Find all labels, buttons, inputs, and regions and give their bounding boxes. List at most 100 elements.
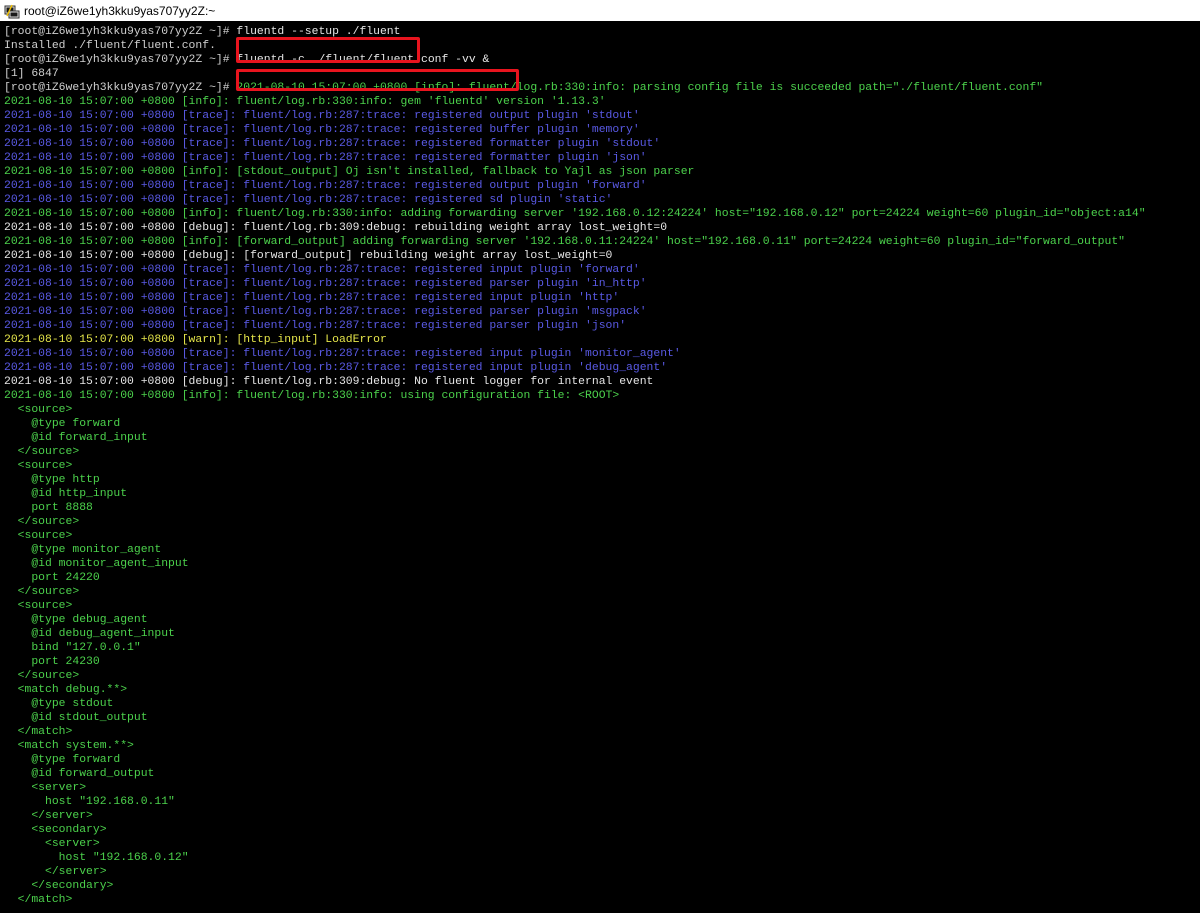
terminal-line: 2021-08-10 15:07:00 +0800 [trace]: fluen… bbox=[4, 263, 1146, 277]
terminal-line: </source> bbox=[4, 669, 1146, 683]
terminal-text: @type http bbox=[4, 474, 100, 486]
terminal-text: </match> bbox=[4, 726, 73, 738]
terminal-line: </source> bbox=[4, 445, 1146, 459]
terminal-text: </match> bbox=[4, 894, 73, 906]
terminal-line: @id forward_input bbox=[4, 431, 1146, 445]
terminal-line: [root@iZ6we1yh3kku9yas707yy2Z ~]# fluent… bbox=[4, 25, 1146, 39]
terminal-line: port 24230 bbox=[4, 655, 1146, 669]
terminal-text: 2021-08-10 15:07:00 +0800 [info]: fluent… bbox=[4, 390, 620, 402]
terminal-line: <secondary> bbox=[4, 823, 1146, 837]
terminal-line: @id http_input bbox=[4, 487, 1146, 501]
terminal-line: port 8888 bbox=[4, 501, 1146, 515]
terminal-line: 2021-08-10 15:07:00 +0800 [trace]: fluen… bbox=[4, 193, 1146, 207]
terminal-line: </secondary> bbox=[4, 879, 1146, 893]
terminal-text: </secondary> bbox=[4, 880, 114, 892]
terminal-line: Installed ./fluent/fluent.conf. bbox=[4, 39, 1146, 53]
terminal-text: 2021-08-10 15:07:00 +0800 [info]: fluent… bbox=[236, 82, 1044, 94]
terminal-text: 2021-08-10 15:07:00 +0800 [trace]: fluen… bbox=[4, 180, 647, 192]
terminal-text: port 8888 bbox=[4, 502, 93, 514]
terminal-text: [1] 6847 bbox=[4, 68, 59, 80]
terminal-text: </source> bbox=[4, 446, 80, 458]
terminal-line: <source> bbox=[4, 599, 1146, 613]
terminal-text: port 24230 bbox=[4, 656, 100, 668]
terminal-text: 2021-08-10 15:07:00 +0800 [debug]: fluen… bbox=[4, 376, 654, 388]
terminal-text: 2021-08-10 15:07:00 +0800 [trace]: fluen… bbox=[4, 264, 640, 276]
window-titlebar[interactable]: root@iZ6we1yh3kku9yas707yy2Z:~ bbox=[0, 0, 1200, 21]
terminal-text: 2021-08-10 15:07:00 +0800 [info]: fluent… bbox=[4, 208, 1146, 220]
terminal-text: 2021-08-10 15:07:00 +0800 [trace]: fluen… bbox=[4, 152, 647, 164]
terminal-text: 2021-08-10 15:07:00 +0800 [trace]: fluen… bbox=[4, 278, 647, 290]
terminal-line: 2021-08-10 15:07:00 +0800 [info]: fluent… bbox=[4, 389, 1146, 403]
command-text: fluentd -c ./fluent/fluent.conf -vv & bbox=[236, 54, 490, 66]
terminal-line: 2021-08-10 15:07:00 +0800 [trace]: fluen… bbox=[4, 291, 1146, 305]
terminal-line: @type forward bbox=[4, 417, 1146, 431]
terminal-text: <source> bbox=[4, 460, 73, 472]
terminal-text: Installed ./fluent/fluent.conf. bbox=[4, 40, 216, 52]
terminal-text: <match system.**> bbox=[4, 740, 134, 752]
terminal-line: <source> bbox=[4, 459, 1146, 473]
terminal-text: <source> bbox=[4, 600, 73, 612]
terminal-line: 2021-08-10 15:07:00 +0800 [info]: [forwa… bbox=[4, 235, 1146, 249]
terminal-text: @type monitor_agent bbox=[4, 544, 162, 556]
terminal-line: 2021-08-10 15:07:00 +0800 [trace]: fluen… bbox=[4, 137, 1146, 151]
terminal-line: </server> bbox=[4, 809, 1146, 823]
terminal-line: @id stdout_output bbox=[4, 711, 1146, 725]
terminal-line: 2021-08-10 15:07:00 +0800 [trace]: fluen… bbox=[4, 151, 1146, 165]
terminal-line: 2021-08-10 15:07:00 +0800 [trace]: fluen… bbox=[4, 305, 1146, 319]
terminal-line: 2021-08-10 15:07:00 +0800 [debug]: fluen… bbox=[4, 221, 1146, 235]
terminal-line: 2021-08-10 15:07:00 +0800 [trace]: fluen… bbox=[4, 347, 1146, 361]
terminal-line: </server> bbox=[4, 865, 1146, 879]
terminal-text: 2021-08-10 15:07:00 +0800 [trace]: fluen… bbox=[4, 320, 627, 332]
putty-terminal-icon bbox=[4, 3, 20, 19]
terminal-line: 2021-08-10 15:07:00 +0800 [info]: [stdou… bbox=[4, 165, 1146, 179]
terminal-text: 2021-08-10 15:07:00 +0800 [trace]: fluen… bbox=[4, 306, 647, 318]
terminal-line: 2021-08-10 15:07:00 +0800 [debug]: fluen… bbox=[4, 375, 1146, 389]
terminal-text: port 24220 bbox=[4, 572, 100, 584]
terminal-line: 2021-08-10 15:07:00 +0800 [trace]: fluen… bbox=[4, 123, 1146, 137]
terminal-text: <server> bbox=[4, 782, 87, 794]
terminal-line: @type http bbox=[4, 473, 1146, 487]
terminal-text: 2021-08-10 15:07:00 +0800 [debug]: fluen… bbox=[4, 222, 668, 234]
terminal-text: @id debug_agent_input bbox=[4, 628, 175, 640]
terminal-text: 2021-08-10 15:07:00 +0800 [trace]: fluen… bbox=[4, 292, 620, 304]
terminal-line: 2021-08-10 15:07:00 +0800 [trace]: fluen… bbox=[4, 109, 1146, 123]
terminal-line: 2021-08-10 15:07:00 +0800 [debug]: [forw… bbox=[4, 249, 1146, 263]
terminal-text: [root@iZ6we1yh3kku9yas707yy2Z ~]# bbox=[4, 54, 237, 66]
terminal-line: @type stdout bbox=[4, 697, 1146, 711]
terminal-text: 2021-08-10 15:07:00 +0800 [info]: [forwa… bbox=[4, 236, 1126, 248]
terminal-text: bind "127.0.0.1" bbox=[4, 642, 141, 654]
terminal-line: @id debug_agent_input bbox=[4, 627, 1146, 641]
window-title: root@iZ6we1yh3kku9yas707yy2Z:~ bbox=[24, 3, 216, 18]
terminal-text: </server> bbox=[4, 810, 93, 822]
terminal-text: 2021-08-10 15:07:00 +0800 [trace]: fluen… bbox=[4, 124, 640, 136]
terminal-text: @type forward bbox=[4, 754, 121, 766]
terminal-line: @id forward_output bbox=[4, 767, 1146, 781]
terminal-text: host "192.168.0.12" bbox=[4, 852, 189, 864]
terminal-text: 2021-08-10 15:07:00 +0800 [info]: [stdou… bbox=[4, 166, 695, 178]
terminal-text: <match debug.**> bbox=[4, 684, 128, 696]
terminal-line: <server> bbox=[4, 837, 1146, 851]
terminal-line: 2021-08-10 15:07:00 +0800 [info]: fluent… bbox=[4, 207, 1146, 221]
terminal-line: <match debug.**> bbox=[4, 683, 1146, 697]
terminal-line: <source> bbox=[4, 529, 1146, 543]
terminal-text: [root@iZ6we1yh3kku9yas707yy2Z ~]# bbox=[4, 26, 237, 38]
terminal-text: </source> bbox=[4, 586, 80, 598]
terminal-text: [root@iZ6we1yh3kku9yas707yy2Z ~]# bbox=[4, 82, 237, 94]
terminal-text: 2021-08-10 15:07:00 +0800 [trace]: fluen… bbox=[4, 110, 640, 122]
terminal-text: 2021-08-10 15:07:00 +0800 [trace]: fluen… bbox=[4, 194, 613, 206]
terminal-line: port 24220 bbox=[4, 571, 1146, 585]
terminal-line: @type debug_agent bbox=[4, 613, 1146, 627]
terminal-line: <match system.**> bbox=[4, 739, 1146, 753]
terminal-line: @type monitor_agent bbox=[4, 543, 1146, 557]
terminal-line: bind "127.0.0.1" bbox=[4, 641, 1146, 655]
terminal-text: 2021-08-10 15:07:00 +0800 [trace]: fluen… bbox=[4, 348, 681, 360]
terminal-text: 2021-08-10 15:07:00 +0800 [debug]: [forw… bbox=[4, 250, 613, 262]
terminal-output[interactable]: [root@iZ6we1yh3kku9yas707yy2Z ~]# fluent… bbox=[0, 21, 1200, 913]
terminal-line: [root@iZ6we1yh3kku9yas707yy2Z ~]# fluent… bbox=[4, 53, 1146, 67]
terminal-text: </source> bbox=[4, 670, 80, 682]
terminal-text: @id stdout_output bbox=[4, 712, 148, 724]
command-text: fluentd --setup ./fluent bbox=[236, 26, 401, 38]
terminal-line: <source> bbox=[4, 403, 1146, 417]
terminal-text: 2021-08-10 15:07:00 +0800 [warn]: [http_… bbox=[4, 334, 387, 346]
terminal-line: @id monitor_agent_input bbox=[4, 557, 1146, 571]
